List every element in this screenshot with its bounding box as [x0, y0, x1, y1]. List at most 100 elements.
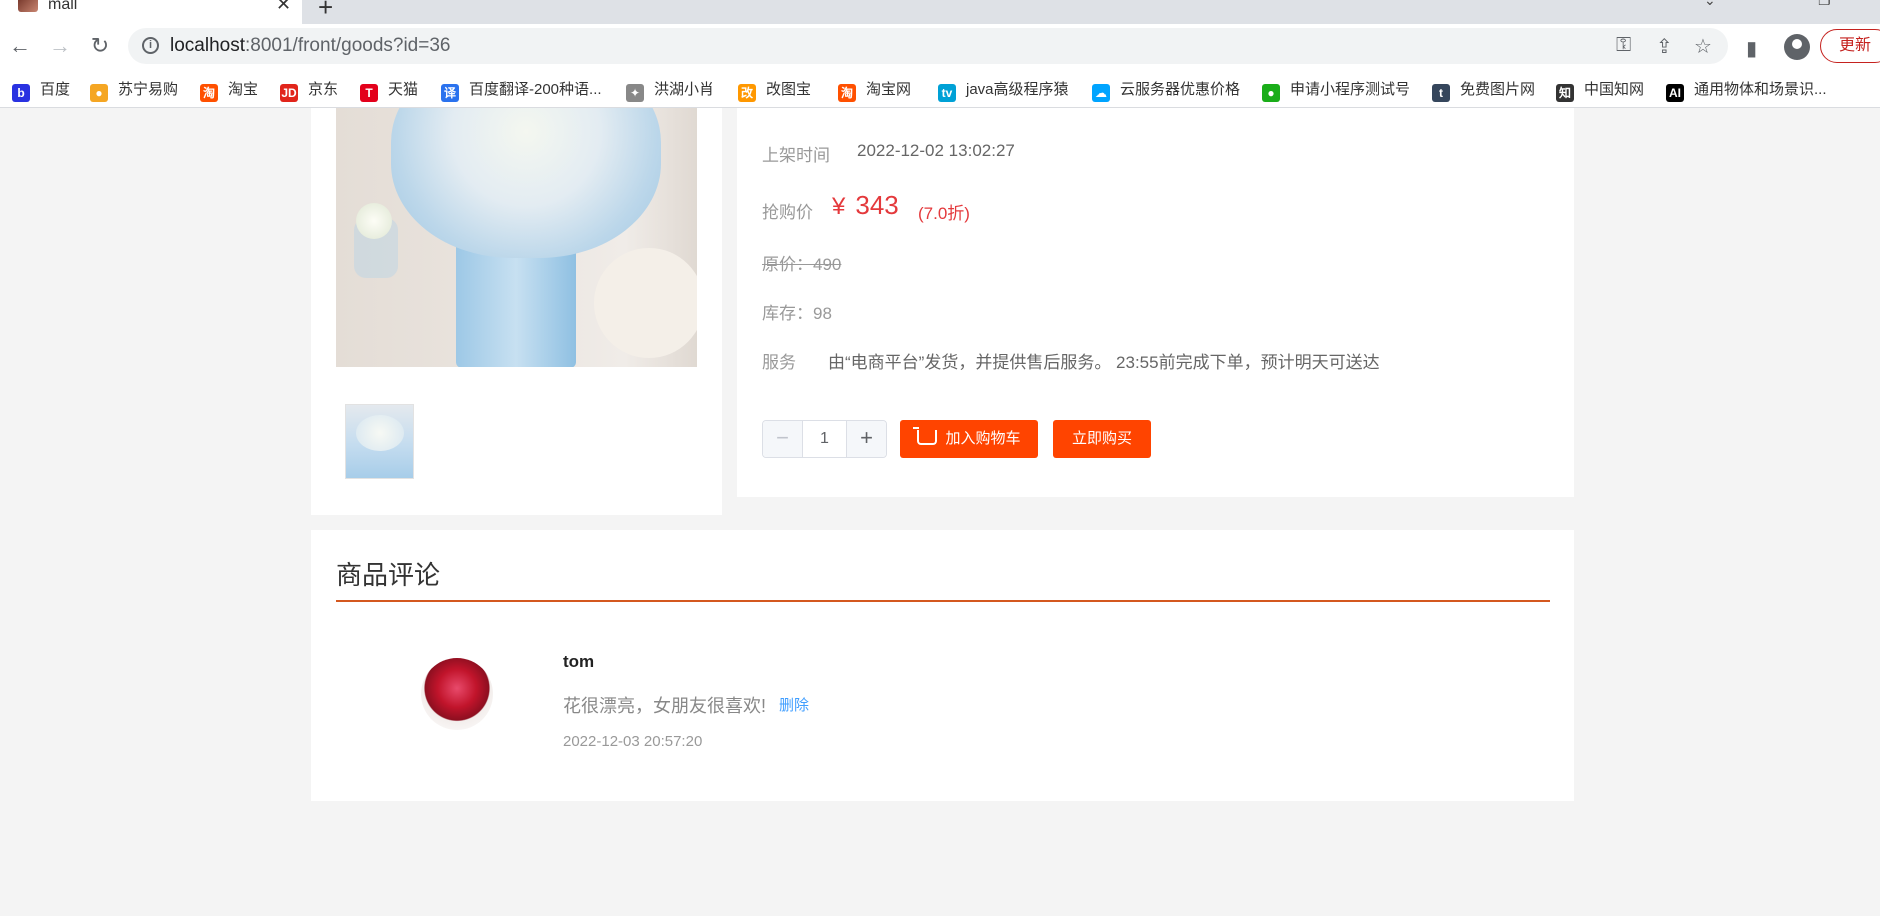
stock-text: 库存：98 [762, 304, 832, 323]
bookmark-label: 百度翻译-200种语... [469, 81, 602, 98]
product-info-card: 上架时间 2022-12-02 13:02:27 抢购价 ¥343 (7.0折)… [737, 108, 1574, 497]
delete-review-link[interactable]: 删除 [779, 694, 809, 715]
cart-icon [913, 427, 938, 445]
listed-time-label: 上架时间 [762, 146, 830, 165]
tmall-icon: T [360, 84, 378, 102]
review-time: 2022-12-03 20:57:20 [563, 733, 703, 750]
review-content: 花很漂亮，女朋友很喜欢! [563, 696, 766, 716]
product-main-image[interactable] [336, 108, 697, 367]
update-button[interactable]: 更新 [1820, 29, 1880, 63]
reviews-card: 商品评论 tom 花很漂亮，女朋友很喜欢! 删除 2022-12-03 20:5… [311, 530, 1574, 801]
discount-badge: (7.0折) [918, 204, 970, 223]
listed-time-value: 2022-12-02 13:02:27 [857, 141, 1015, 160]
bookmark-ai[interactable]: AI 通用物体和场景识... [1666, 78, 1827, 102]
reviews-divider [336, 600, 1550, 602]
bookmark-icon: ✦ [626, 84, 644, 102]
quantity-input[interactable]: 1 [803, 421, 846, 457]
side-panel-icon[interactable]: ▮ [1746, 36, 1757, 61]
bookmark-java[interactable]: tv java高级程序猿 [938, 78, 1069, 102]
currency-symbol: ¥ [832, 193, 846, 220]
tumblr-icon: t [1432, 84, 1450, 102]
share-icon[interactable]: ⇪ [1656, 34, 1673, 59]
tab-search-icon[interactable]: ⌄ [1704, 0, 1716, 9]
reload-icon[interactable]: ↻ [86, 32, 114, 60]
address-bar[interactable]: i localhost:8001/front/goods?id=36 ⚿ ⇪ ☆ [128, 28, 1728, 64]
bookmark-label: 百度 [40, 81, 71, 98]
bookmark-cloud[interactable]: ☁ 云服务器优惠价格 [1092, 78, 1241, 102]
gaitubao-icon: 改 [738, 84, 756, 102]
jd-icon: JD [280, 84, 298, 102]
bookmark-label: 淘宝 [228, 81, 259, 98]
price-value: 343 [855, 190, 899, 220]
small-rose-shape [356, 203, 392, 239]
profile-avatar-icon[interactable] [1784, 34, 1810, 60]
bouquet-flowers-shape [391, 108, 661, 258]
bookmark-suning[interactable]: ● 苏宁易购 [90, 78, 179, 102]
bookmark-honghu[interactable]: ✦ 洪湖小肖 [626, 78, 715, 102]
bookmark-baidu-translate[interactable]: 译百度翻译-200种语... [441, 78, 602, 102]
bookmark-baidu[interactable]: b 百度 [12, 78, 71, 102]
back-icon[interactable]: ← [6, 32, 34, 60]
product-thumbnail[interactable] [345, 404, 414, 479]
url-path: :8001/front/goods?id=36 [245, 35, 451, 56]
ai-icon: AI [1666, 84, 1684, 102]
add-to-cart-label: 加入购物车 [945, 430, 1021, 447]
bookmark-label: java高级程序猿 [966, 81, 1069, 98]
bookmark-taobao-net[interactable]: 淘淘宝网 [838, 78, 912, 102]
bookmark-label: 洪湖小肖 [654, 81, 715, 98]
bookmark-label: 苏宁易购 [118, 81, 179, 98]
add-to-cart-button[interactable]: 加入购物车 [900, 420, 1038, 458]
tab-favicon-icon [18, 0, 38, 12]
wechat-icon: ● [1262, 84, 1280, 102]
key-icon[interactable]: ⚿ [1616, 34, 1631, 57]
cnki-icon: 知 [1556, 84, 1574, 102]
bookmark-taobao[interactable]: 淘淘宝 [200, 78, 259, 102]
quantity-stepper[interactable]: − 1 + [762, 420, 887, 458]
reviewer-avatar [421, 658, 493, 730]
bookmark-label: 免费图片网 [1460, 81, 1536, 98]
bookmark-label: 淘宝网 [866, 81, 912, 98]
sale-price: ¥343 [832, 190, 899, 221]
bookmark-label: 改图宝 [766, 81, 812, 98]
bookmark-free-images[interactable]: t 免费图片网 [1432, 78, 1536, 102]
url-text[interactable]: localhost:8001/front/goods?id=36 [170, 35, 450, 57]
buy-now-button[interactable]: 立即购买 [1053, 420, 1151, 458]
browser-tab-strip: mall ✕ + ⌄ ❐ [0, 0, 1880, 24]
bookmark-cnki[interactable]: 知中国知网 [1556, 78, 1645, 102]
new-tab-icon[interactable]: + [318, 0, 333, 23]
bookmark-label: 天猫 [388, 81, 419, 98]
bookmark-label: 京东 [308, 81, 339, 98]
translate-icon: 译 [441, 84, 459, 102]
browser-tab[interactable]: mall ✕ [0, 0, 302, 24]
price-label: 抢购价 [762, 203, 813, 222]
browser-toolbar: ← → ↻ i localhost:8001/front/goods?id=36… [0, 24, 1880, 68]
chair-shape [594, 248, 697, 358]
increase-quantity-button[interactable]: + [846, 421, 886, 457]
tab-title: mall [48, 0, 78, 13]
bookmarks-bar: b 百度 ● 苏宁易购 淘淘宝 JD 京东 T 天猫 译百度翻译-200种语... ✦ 洪… [0, 68, 1880, 108]
cloud-icon: ☁ [1092, 84, 1110, 102]
service-text: 由“电商平台”发货，并提供售后服务。 23:55前完成下单，预计明天可送达 [828, 353, 1380, 372]
bookmark-tmall[interactable]: T 天猫 [360, 78, 419, 102]
reviewer-name: tom [563, 652, 595, 671]
original-price: 原价：490 [762, 255, 842, 274]
bilibili-icon: tv [938, 84, 956, 102]
bookmark-jd[interactable]: JD 京东 [280, 78, 339, 102]
bookmark-label: 云服务器优惠价格 [1120, 81, 1241, 98]
reviews-title: 商品评论 [336, 560, 441, 590]
star-icon[interactable]: ☆ [1694, 34, 1712, 59]
bookmark-label: 通用物体和场景识... [1694, 81, 1827, 98]
restore-window-icon[interactable]: ❐ [1818, 0, 1831, 9]
baidu-icon: b [12, 84, 30, 102]
forward-icon[interactable]: → [46, 32, 74, 60]
bookmark-gaitubao[interactable]: 改改图宝 [738, 78, 812, 102]
suning-icon: ● [90, 84, 108, 102]
service-label: 服务 [762, 353, 796, 372]
site-info-icon[interactable]: i [142, 37, 159, 54]
bookmark-miniprogram[interactable]: ● 申请小程序测试号 [1262, 78, 1411, 102]
tab-close-icon[interactable]: ✕ [276, 0, 291, 15]
bookmark-label: 申请小程序测试号 [1290, 81, 1411, 98]
product-gallery-card [311, 108, 722, 515]
decrease-quantity-button[interactable]: − [763, 421, 803, 457]
bookmark-label: 中国知网 [1584, 81, 1645, 98]
